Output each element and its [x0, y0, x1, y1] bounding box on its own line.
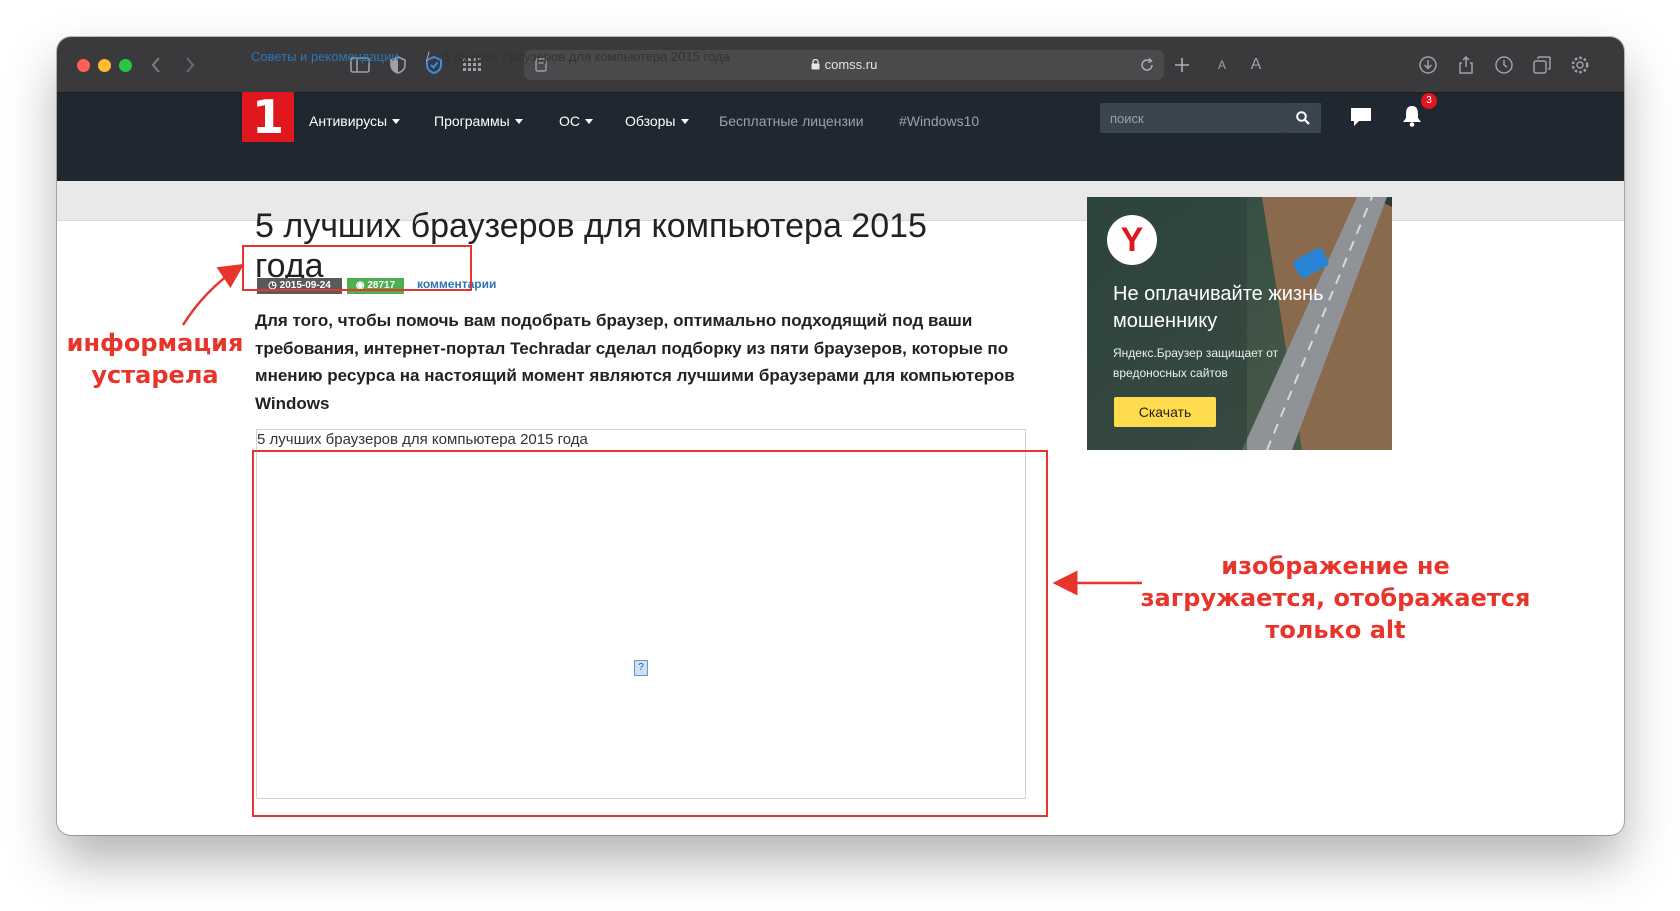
nav-item-os[interactable]: ОС — [559, 110, 593, 132]
browser-titlebar: comss.ru A A — [57, 37, 1624, 93]
nav-item-windows10[interactable]: #Windows10 — [899, 110, 979, 132]
yandex-browser-ad[interactable]: Y Не оплачивайте жизнь мошеннику Яндекс.… — [1087, 197, 1392, 450]
tab-overview-icon[interactable] — [1527, 51, 1557, 79]
new-tab-icon[interactable] — [1167, 51, 1197, 79]
breadcrumb-current: 5 лучших браузеров для компьютера 2015 г… — [443, 49, 730, 64]
close-window-button[interactable] — [77, 59, 90, 72]
chevron-down-icon — [585, 119, 593, 124]
text-larger-icon[interactable]: A — [1241, 51, 1271, 79]
breadcrumb-section-link[interactable]: Советы и рекомендации — [251, 49, 399, 64]
chevron-down-icon — [392, 119, 401, 124]
forward-icon[interactable] — [175, 51, 205, 79]
nav-label: Программы — [434, 113, 510, 129]
nav-item-programs[interactable]: Программы — [434, 110, 523, 132]
url-text: comss.ru — [824, 57, 878, 72]
minimize-window-button[interactable] — [98, 59, 111, 72]
history-icon[interactable] — [1489, 51, 1519, 79]
chevron-down-icon — [680, 119, 689, 124]
nav-label: ОС — [559, 113, 580, 129]
annotation-label-image-missing: изображение не загружается, отображается… — [1140, 552, 1531, 644]
annotation-box-title-year — [242, 245, 472, 291]
site-logo[interactable]: 1 — [242, 92, 294, 142]
site-search-input[interactable] — [1100, 103, 1285, 133]
ad-headline: Не оплачивайте жизнь мошеннику — [1113, 283, 1324, 332]
annotation-box-missing-image — [252, 450, 1048, 817]
bell-icon[interactable] — [1402, 105, 1422, 132]
chat-icon[interactable] — [1350, 107, 1372, 132]
notification-badge: 3 — [1421, 93, 1437, 109]
search-icon — [1296, 111, 1310, 125]
chevron-down-icon — [514, 119, 523, 124]
nav-label: Обзоры — [625, 113, 676, 129]
nav-label: Антивирусы — [309, 113, 388, 129]
downloads-icon[interactable] — [1413, 51, 1443, 79]
annotation-label-outdated: информация устарела — [66, 329, 244, 389]
breadcrumb-separator: / — [426, 49, 430, 64]
yandex-logo-icon: Y — [1107, 215, 1157, 265]
lock-icon — [811, 51, 820, 81]
reload-icon[interactable] — [1132, 51, 1162, 79]
ad-subtext: Яндекс.Браузер защищает от вредоносных с… — [1113, 346, 1279, 380]
image-alt-text: 5 лучших браузеров для компьютера 2015 г… — [257, 431, 588, 448]
search-button[interactable] — [1285, 103, 1321, 133]
share-icon[interactable] — [1451, 51, 1481, 79]
nav-item-reviews[interactable]: Обзоры — [625, 110, 689, 132]
nav-item-free-licenses[interactable]: Бесплатные лицензии — [719, 110, 864, 132]
settings-gear-icon[interactable] — [1565, 51, 1595, 79]
text-smaller-icon[interactable]: A — [1207, 51, 1237, 79]
ad-download-button[interactable]: Скачать — [1114, 397, 1216, 427]
nav-item-antivirus[interactable]: Антивирусы — [309, 110, 401, 132]
back-icon[interactable] — [141, 51, 171, 79]
zoom-window-button[interactable] — [119, 59, 132, 72]
article-lead: Для того, чтобы помочь вам подобрать бра… — [255, 311, 1015, 413]
